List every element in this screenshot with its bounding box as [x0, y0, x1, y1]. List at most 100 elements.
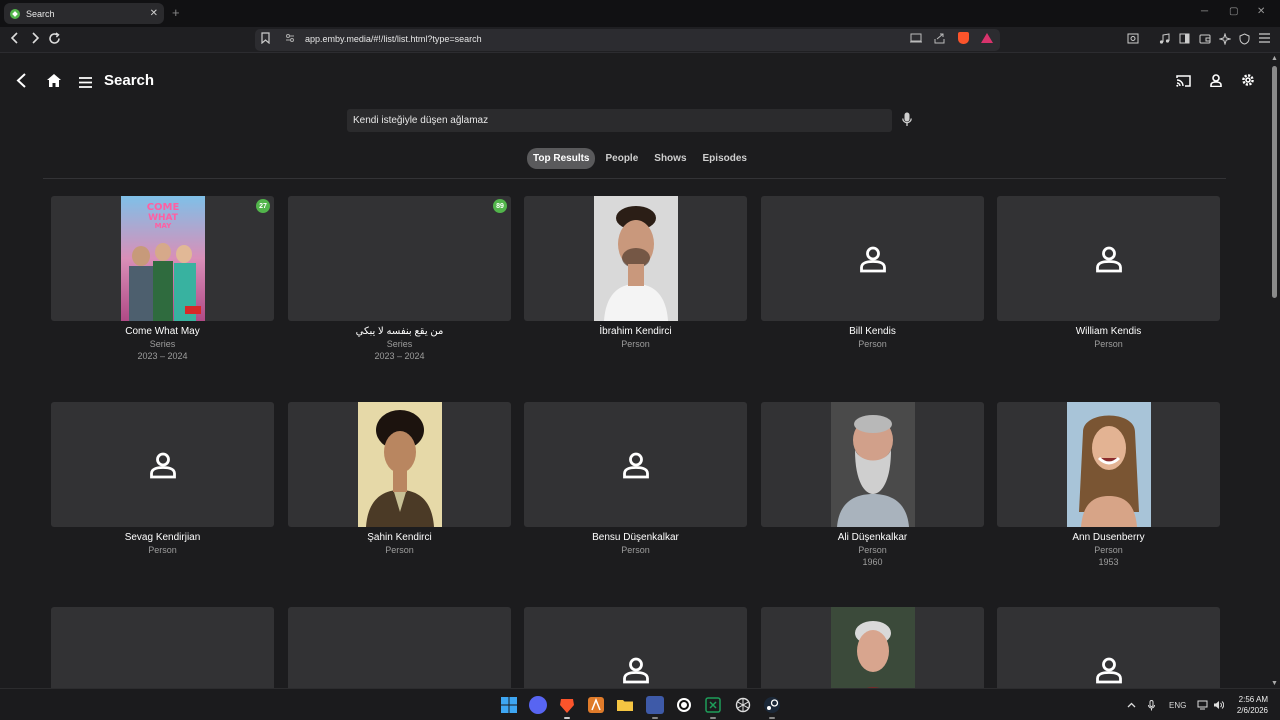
scroll-down-arrow-icon[interactable]: ▼	[1271, 680, 1278, 687]
windows-start-icon[interactable]	[500, 696, 518, 714]
search-input[interactable]	[347, 109, 892, 132]
result-thumbnail[interactable]	[997, 196, 1220, 321]
result-card[interactable]: Bensu Düşenkalkar Person	[524, 402, 747, 555]
result-card[interactable]	[288, 607, 511, 688]
bookmark-icon[interactable]	[261, 32, 270, 47]
brave-browser-icon[interactable]	[558, 696, 576, 714]
result-card[interactable]: Şahin Kendirci Person	[288, 402, 511, 555]
network-icon[interactable]	[1197, 700, 1208, 712]
result-thumbnail[interactable]	[524, 196, 747, 321]
result-thumbnail[interactable]	[51, 607, 274, 688]
person-photo	[593, 196, 678, 321]
page-scrollbar[interactable]: ▲ ▼	[1270, 54, 1280, 688]
result-card[interactable]	[524, 607, 747, 688]
forward-arrow-icon[interactable]	[30, 32, 40, 47]
minimize-button[interactable]: ─	[1201, 6, 1208, 17]
result-title[interactable]: Bill Kendis	[761, 326, 984, 337]
home-icon[interactable]	[47, 74, 61, 92]
back-icon[interactable]	[16, 73, 27, 93]
address-bar[interactable]: app.emby.media/#!/list/list.html?type=se…	[255, 29, 1000, 51]
result-title[interactable]: Ali Düşenkalkar	[761, 532, 984, 543]
result-card[interactable]: COME WHAT MAY 27 Come What May Series 20…	[51, 196, 274, 361]
vpn-shield-icon[interactable]	[1239, 33, 1250, 48]
result-thumbnail[interactable]	[288, 402, 511, 527]
back-arrow-icon[interactable]	[10, 32, 20, 47]
running-app-indicator	[769, 717, 775, 719]
person-placeholder-icon	[1095, 246, 1122, 272]
result-card[interactable]: William Kendis Person	[997, 196, 1220, 349]
result-card[interactable]: İbrahim Kendirci Person	[524, 196, 747, 349]
affinity-icon[interactable]	[587, 696, 605, 714]
brave-shields-icon[interactable]	[958, 32, 969, 44]
file-explorer-icon[interactable]	[616, 696, 634, 714]
result-thumbnail[interactable]	[51, 402, 274, 527]
new-tab-button[interactable]: +	[172, 5, 180, 20]
steam-icon[interactable]	[763, 696, 781, 714]
volume-icon[interactable]	[1213, 700, 1225, 712]
app-icon[interactable]	[646, 696, 664, 714]
window-close-button[interactable]: ✕	[1257, 6, 1265, 17]
openai-icon[interactable]	[734, 696, 752, 714]
microphone-icon[interactable]	[902, 112, 912, 132]
result-thumbnail[interactable]	[997, 607, 1220, 688]
result-title[interactable]: Come What May	[51, 326, 274, 337]
result-card[interactable]	[51, 607, 274, 688]
tray-overflow-chevron-icon[interactable]	[1127, 700, 1136, 710]
result-card[interactable]: Bill Kendis Person	[761, 196, 984, 349]
wallet-icon[interactable]	[1199, 33, 1211, 47]
site-settings-icon[interactable]	[285, 33, 295, 45]
result-card[interactable]: Sevag Kendirjian Person	[51, 402, 274, 555]
brave-rewards-icon[interactable]	[981, 33, 993, 43]
menu-icon[interactable]	[1259, 33, 1270, 46]
tray-microphone-icon[interactable]	[1148, 700, 1155, 713]
result-thumbnail[interactable]: 89	[288, 196, 511, 321]
search-app-icon[interactable]	[675, 696, 693, 714]
leo-ai-icon[interactable]	[1218, 32, 1232, 48]
sidebar-icon[interactable]	[1179, 33, 1190, 47]
reload-icon[interactable]	[48, 32, 61, 48]
tab-people[interactable]: People	[599, 148, 644, 169]
tab-episodes[interactable]: Episodes	[697, 148, 753, 169]
result-thumbnail[interactable]	[288, 607, 511, 688]
system-clock[interactable]: 2:56 AM 2/6/2026	[1232, 694, 1268, 716]
result-title[interactable]: Ann Dusenberry	[997, 532, 1220, 543]
cast-icon[interactable]	[1176, 74, 1191, 92]
result-thumbnail[interactable]: COME WHAT MAY 27	[51, 196, 274, 321]
search-filter-tabs: Top Results People Shows Episodes	[527, 148, 753, 169]
tab-top-results[interactable]: Top Results	[527, 148, 596, 169]
result-thumbnail[interactable]	[761, 402, 984, 527]
excel-icon[interactable]	[704, 696, 722, 714]
result-card[interactable]: Ann Dusenberry Person 1953	[997, 402, 1220, 567]
result-card[interactable]	[997, 607, 1220, 688]
result-thumbnail[interactable]	[524, 402, 747, 527]
media-icon[interactable]	[1159, 33, 1170, 47]
result-thumbnail[interactable]	[761, 607, 984, 688]
language-indicator[interactable]: ENG	[1169, 701, 1186, 710]
result-card[interactable]: Ali Düşenkalkar Person 1960	[761, 402, 984, 567]
result-card[interactable]: 89 من يقع بنفسه لا يبكي Series 2023 – 20…	[288, 196, 511, 361]
cast-page-icon[interactable]	[910, 33, 922, 46]
hamburger-menu-icon[interactable]	[79, 75, 92, 93]
result-title[interactable]: Bensu Düşenkalkar	[524, 532, 747, 543]
tab-close-icon[interactable]: ✕	[150, 8, 158, 19]
result-thumbnail[interactable]	[524, 607, 747, 688]
person-placeholder-icon	[149, 452, 176, 478]
settings-gear-icon[interactable]	[1241, 73, 1255, 92]
tab-shows[interactable]: Shows	[648, 148, 692, 169]
result-thumbnail[interactable]	[761, 196, 984, 321]
scrollbar-thumb[interactable]	[1272, 66, 1277, 298]
result-card[interactable]	[761, 607, 984, 688]
share-icon[interactable]	[934, 33, 945, 47]
tab-search-icon[interactable]	[1127, 33, 1139, 47]
result-title[interactable]: Şahin Kendirci	[288, 532, 511, 543]
scroll-up-arrow-icon[interactable]: ▲	[1271, 55, 1278, 62]
result-title[interactable]: من يقع بنفسه لا يبكي	[288, 326, 511, 337]
result-thumbnail[interactable]	[997, 402, 1220, 527]
browser-tab[interactable]: Search ✕	[4, 3, 164, 24]
user-icon[interactable]	[1210, 74, 1222, 92]
result-title[interactable]: Sevag Kendirjian	[51, 532, 274, 543]
maximize-button[interactable]: ▢	[1229, 6, 1238, 17]
result-title[interactable]: William Kendis	[997, 326, 1220, 337]
discord-icon[interactable]	[529, 696, 547, 714]
result-title[interactable]: İbrahim Kendirci	[524, 326, 747, 337]
